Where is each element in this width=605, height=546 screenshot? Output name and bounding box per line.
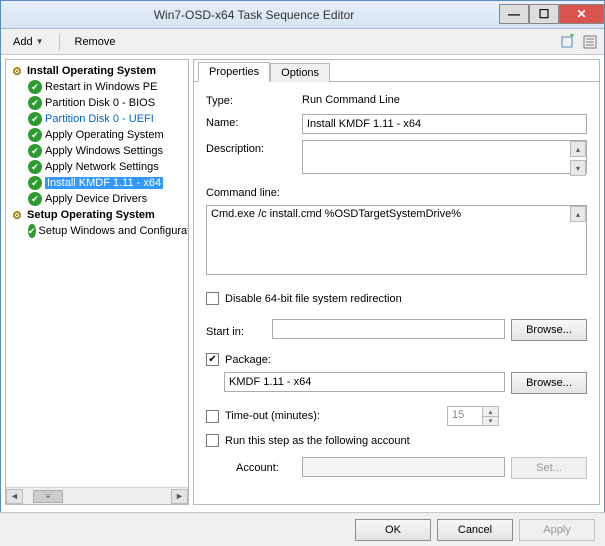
add-label: Add (13, 36, 33, 48)
check-icon: ✔ (28, 112, 42, 126)
chevron-down-icon: ▼ (36, 37, 44, 46)
title-bar: Win7-OSD-x64 Task Sequence Editor — ☐ ✕ (1, 1, 604, 29)
timeout-spinner: 15 ▴ ▾ (447, 406, 499, 426)
group-label: Setup Operating System (27, 209, 155, 221)
name-row: Name: (206, 114, 587, 134)
tree-item[interactable]: ✔ Partition Disk 0 - UEFI (6, 111, 188, 127)
main-area: ⚙ Install Operating System ✔ Restart in … (1, 55, 604, 509)
startin-input[interactable] (272, 319, 505, 339)
tab-properties[interactable]: Properties (198, 62, 270, 82)
gear-icon: ⚙ (10, 208, 24, 222)
runas-label: Run this step as the following account (225, 435, 410, 447)
account-row: Account: Set... (236, 457, 587, 479)
toolbar-separator (59, 34, 60, 50)
window-title: Win7-OSD-x64 Task Sequence Editor (9, 8, 499, 22)
close-button[interactable]: ✕ (559, 4, 604, 24)
name-input[interactable] (302, 114, 587, 134)
check-icon: ✔ (28, 80, 42, 94)
task-tree[interactable]: ⚙ Install Operating System ✔ Restart in … (6, 60, 188, 487)
tree-group-setup-os[interactable]: ⚙ Setup Operating System (6, 207, 188, 223)
tab-options[interactable]: Options (270, 63, 330, 82)
commandline-wrap: Cmd.exe /c install.cmd %OSDTargetSystemD… (206, 205, 587, 278)
type-value: Run Command Line (302, 92, 587, 108)
name-label: Name: (206, 114, 296, 129)
ok-button[interactable]: OK (355, 519, 431, 541)
remove-label: Remove (75, 36, 116, 48)
package-input (224, 372, 505, 392)
add-menu-button[interactable]: Add ▼ (7, 34, 50, 50)
account-input (302, 457, 505, 477)
properties-icon[interactable] (582, 34, 598, 50)
commandline-input[interactable]: Cmd.exe /c install.cmd %OSDTargetSystemD… (206, 205, 587, 275)
spinner-up-button[interactable]: ▴ (482, 407, 498, 416)
package-row[interactable]: ✔ Package: (206, 353, 587, 366)
disable-64bit-checkbox[interactable] (206, 292, 219, 305)
tree-item[interactable]: ✔ Setup Windows and Configuration (6, 223, 188, 239)
package-checkbox[interactable]: ✔ (206, 353, 219, 366)
startin-label: Start in: (206, 323, 266, 338)
package-value-row: Browse... (224, 372, 587, 394)
disable-64bit-label: Disable 64-bit file system redirection (225, 293, 402, 305)
tree-item[interactable]: ✔ Partition Disk 0 - BIOS (6, 95, 188, 111)
package-browse-button[interactable]: Browse... (511, 372, 587, 394)
new-group-icon[interactable] (560, 34, 576, 50)
tree-item[interactable]: ✔ Apply Network Settings (6, 159, 188, 175)
remove-button[interactable]: Remove (69, 34, 122, 50)
description-row: Description: ▴ ▾ (206, 140, 587, 177)
scroll-down-icon[interactable]: ▾ (570, 160, 586, 176)
tabs: Properties Options (194, 60, 599, 82)
startin-row: Start in: Browse... (206, 319, 587, 341)
check-icon: ✔ (28, 96, 42, 110)
scroll-track[interactable]: ≡ (23, 489, 171, 504)
scroll-up-icon[interactable]: ▴ (570, 206, 586, 222)
type-label: Type: (206, 92, 296, 107)
commandline-label: Command line: (206, 187, 587, 199)
disable-64bit-row[interactable]: Disable 64-bit file system redirection (206, 292, 587, 305)
tree-item[interactable]: ✔ Apply Windows Settings (6, 143, 188, 159)
spinner-down-button[interactable]: ▾ (482, 416, 498, 425)
package-label: Package: (225, 354, 271, 366)
group-label: Install Operating System (27, 65, 156, 77)
tree-item[interactable]: ✔ Restart in Windows PE (6, 79, 188, 95)
timeout-value: 15 (448, 407, 482, 425)
description-label: Description: (206, 140, 296, 155)
tree-item[interactable]: ✔ Apply Device Drivers (6, 191, 188, 207)
check-icon: ✔ (28, 224, 36, 238)
check-icon: ✔ (28, 176, 42, 190)
scroll-up-icon[interactable]: ▴ (570, 141, 586, 157)
scroll-thumb[interactable]: ≡ (33, 490, 63, 503)
description-input[interactable] (302, 140, 587, 174)
timeout-label: Time-out (minutes): (225, 410, 395, 422)
startin-browse-button[interactable]: Browse... (511, 319, 587, 341)
scroll-right-button[interactable]: ► (171, 489, 188, 504)
tree-h-scrollbar[interactable]: ◄ ≡ ► (6, 487, 188, 504)
desc-scroll[interactable]: ▴ ▾ (570, 141, 586, 176)
toolbar: Add ▼ Remove (1, 29, 604, 55)
apply-button: Apply (519, 519, 595, 541)
check-icon: ✔ (28, 128, 42, 142)
timeout-checkbox[interactable] (206, 410, 219, 423)
cancel-button[interactable]: Cancel (437, 519, 513, 541)
properties-panel: Properties Options Type: Run Command Lin… (193, 59, 600, 505)
minimize-button[interactable]: — (499, 4, 529, 24)
runas-row[interactable]: Run this step as the following account (206, 434, 587, 447)
tree-group-install-os[interactable]: ⚙ Install Operating System (6, 63, 188, 79)
window-controls: — ☐ ✕ (499, 1, 604, 28)
check-icon: ✔ (28, 192, 42, 206)
task-sequence-tree-panel: ⚙ Install Operating System ✔ Restart in … (5, 59, 189, 505)
check-icon: ✔ (28, 160, 42, 174)
dialog-buttons: OK Cancel Apply (0, 512, 605, 546)
account-set-button: Set... (511, 457, 587, 479)
maximize-button[interactable]: ☐ (529, 4, 559, 24)
tree-item[interactable]: ✔ Apply Operating System (6, 127, 188, 143)
tree-item-selected[interactable]: ✔ Install KMDF 1.11 - x64 (6, 175, 188, 191)
check-icon: ✔ (28, 144, 42, 158)
gear-icon: ⚙ (10, 64, 24, 78)
timeout-row[interactable]: Time-out (minutes): 15 ▴ ▾ (206, 406, 587, 426)
runas-checkbox[interactable] (206, 434, 219, 447)
scroll-left-button[interactable]: ◄ (6, 489, 23, 504)
account-label: Account: (236, 462, 296, 474)
tab-content: Type: Run Command Line Name: Description… (194, 82, 599, 485)
type-row: Type: Run Command Line (206, 92, 587, 108)
